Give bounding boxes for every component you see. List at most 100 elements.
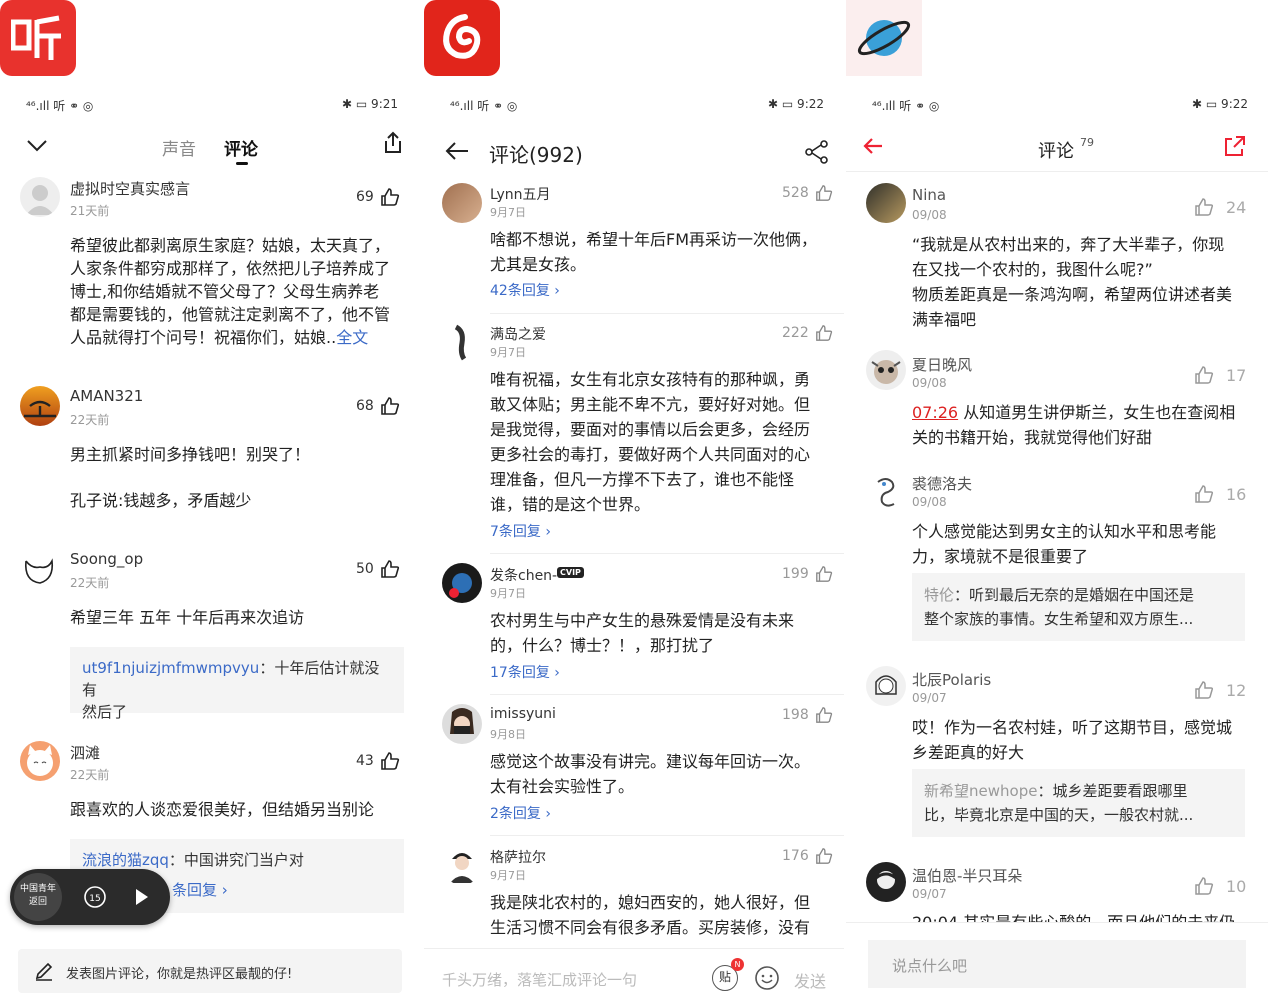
thumbs-up-icon[interactable] xyxy=(1194,197,1214,217)
comment-composer[interactable]: 发表图片评论，你就是热评区最靓的仔! xyxy=(18,949,402,993)
full-text-link[interactable]: 全文 xyxy=(336,328,368,347)
thumbs-up-icon[interactable] xyxy=(815,184,833,202)
send-button[interactable]: 发送 xyxy=(794,968,826,992)
avatar[interactable] xyxy=(442,845,482,885)
comment-date: 22天前 xyxy=(70,576,110,590)
emoji-icon[interactable] xyxy=(754,965,780,991)
avatar[interactable] xyxy=(866,350,906,390)
tab-audio[interactable]: 声音 xyxy=(162,135,196,160)
thumbs-up-icon[interactable] xyxy=(380,751,400,771)
like-count: 528 xyxy=(782,185,809,201)
header: 评论(992) xyxy=(424,125,844,175)
rewind-15-icon[interactable]: 15 xyxy=(82,884,108,910)
comment-username[interactable]: imissyuni xyxy=(490,706,556,722)
like-control[interactable]: 12 xyxy=(1194,680,1246,700)
thumbs-up-icon[interactable] xyxy=(380,396,400,416)
like-control[interactable]: 10 xyxy=(1194,876,1246,896)
avatar[interactable] xyxy=(20,386,60,426)
quote-username[interactable]: 新希望newhope xyxy=(924,782,1037,800)
like-control[interactable]: 68 xyxy=(356,396,400,416)
comment-username[interactable]: AMAN321 xyxy=(70,387,143,405)
like-control[interactable]: 69 xyxy=(356,187,400,207)
quote-username[interactable]: ut9f1njuizjmfmwmpvyu xyxy=(82,659,259,677)
thumbs-up-icon[interactable] xyxy=(815,847,833,865)
avatar[interactable] xyxy=(442,704,482,744)
tab-comments[interactable]: 评论 xyxy=(224,135,258,160)
like-control[interactable]: 43 xyxy=(356,751,400,771)
like-count: 24 xyxy=(1226,197,1247,217)
reply-link[interactable]: 17条回复 › xyxy=(490,662,560,682)
sticker-button[interactable]: 贴 N xyxy=(712,958,744,991)
avatar[interactable] xyxy=(866,183,906,223)
reply-link[interactable]: 42条回复 › xyxy=(490,280,560,300)
avatar[interactable] xyxy=(442,563,482,603)
comment-text: 孔子说:钱越多，矛盾越少 xyxy=(70,491,252,510)
thumbs-up-icon[interactable] xyxy=(1194,876,1214,896)
like-count: 199 xyxy=(782,566,809,582)
thumbs-up-icon[interactable] xyxy=(380,559,400,579)
back-arrow-icon[interactable] xyxy=(862,137,884,155)
comment-username[interactable]: 虚拟时空真实感言 xyxy=(70,178,190,199)
comment-composer[interactable]: 千头万绪，落笔汇成评论一句 贴 N 发送 xyxy=(424,948,844,1005)
comment-username[interactable]: 北辰Polaris xyxy=(912,669,991,690)
thumbs-up-icon[interactable] xyxy=(1194,484,1214,504)
comment-username[interactable]: 夏日晚风 xyxy=(912,354,972,375)
thumbs-up-icon[interactable] xyxy=(1194,680,1214,700)
play-icon[interactable] xyxy=(134,887,150,907)
avatar[interactable] xyxy=(442,323,482,363)
comment-username[interactable]: Nina xyxy=(912,186,946,204)
comment-username[interactable]: Lynn五月 xyxy=(490,184,551,204)
like-control[interactable]: 24 xyxy=(1194,197,1246,217)
player-back-label: 返回 xyxy=(28,897,47,907)
quoted-reply[interactable]: ut9f1njuizjmfmwmpvyu：十年后估计就没有 然后了 xyxy=(70,647,404,721)
like-control[interactable]: 176 xyxy=(782,847,833,865)
comment-date: 09/07 xyxy=(912,887,947,901)
text-line: 敢又体贴；男主能不卑不亢，要好好对她。但 xyxy=(490,395,811,414)
player-cover[interactable]: 中国青年 返回 xyxy=(14,873,62,921)
quoted-reply[interactable]: 新希望newhope：城乡差距要看跟哪里 比，毕竟北京是中国的天，一般农村就..… xyxy=(912,769,1245,837)
like-control[interactable]: 198 xyxy=(782,706,833,724)
thumbs-up-icon[interactable] xyxy=(815,324,833,342)
share-icon[interactable] xyxy=(804,139,830,165)
text-line: 理准备，但凡一方撑不下去了，谁也不能怪 xyxy=(490,470,795,489)
avatar[interactable] xyxy=(20,177,60,217)
comment-username[interactable]: Soong_op xyxy=(70,550,143,568)
chevron-down-icon[interactable] xyxy=(26,139,48,153)
share-icon[interactable] xyxy=(382,131,404,155)
back-arrow-icon[interactable] xyxy=(444,141,470,161)
comment-input[interactable]: 说点什么吧 xyxy=(868,940,1246,988)
like-control[interactable]: 222 xyxy=(782,324,833,342)
comment-username[interactable]: 满岛之爱 xyxy=(490,324,546,344)
comment-text: 男主抓紧时间多挣钱吧！别哭了！ xyxy=(70,445,311,464)
avatar[interactable] xyxy=(866,862,906,902)
like-control[interactable]: 16 xyxy=(1194,484,1246,504)
avatar[interactable] xyxy=(866,666,906,706)
external-link-icon[interactable] xyxy=(1224,135,1246,157)
thumbs-up-icon[interactable] xyxy=(815,706,833,724)
like-control[interactable]: 17 xyxy=(1194,365,1246,385)
thumbs-up-icon[interactable] xyxy=(815,565,833,583)
reply-link[interactable]: 2条回复 › xyxy=(490,803,551,823)
comment-username[interactable]: 温伯恩-半只耳朵 xyxy=(912,865,1022,886)
comment-username[interactable]: 裘德洛夫 xyxy=(912,473,972,494)
comment-username[interactable]: 发条chen- xyxy=(490,565,557,585)
avatar[interactable] xyxy=(866,472,906,512)
avatar[interactable] xyxy=(442,183,482,223)
comment-username[interactable]: 格萨拉尔 xyxy=(490,847,546,867)
reply-link[interactable]: 7条回复 › xyxy=(490,521,551,541)
like-control[interactable]: 50 xyxy=(356,559,400,579)
thumbs-up-icon[interactable] xyxy=(380,187,400,207)
quote-username[interactable]: 特伦 xyxy=(924,586,954,604)
app-logo-icon xyxy=(846,0,922,76)
quoted-reply[interactable]: 特伦：听到最后无奈的是婚姻在中国还是 整个家族的事情。女生希望和双方原生... xyxy=(912,573,1245,641)
like-control[interactable]: 528 xyxy=(782,184,833,202)
text-line: 啥都不想说，希望十年后FM再采访一次他俩， xyxy=(490,230,818,249)
avatar[interactable] xyxy=(20,549,60,589)
comment-username[interactable]: 泗滩 xyxy=(70,742,100,763)
timestamp-link[interactable]: 07:26 xyxy=(912,403,958,422)
like-control[interactable]: 199 xyxy=(782,565,833,583)
quote-username[interactable]: 流浪的猫zqq xyxy=(82,851,169,869)
avatar[interactable] xyxy=(20,741,60,781)
thumbs-up-icon[interactable] xyxy=(1194,365,1214,385)
mini-player[interactable]: 中国青年 返回 15 xyxy=(10,869,170,925)
